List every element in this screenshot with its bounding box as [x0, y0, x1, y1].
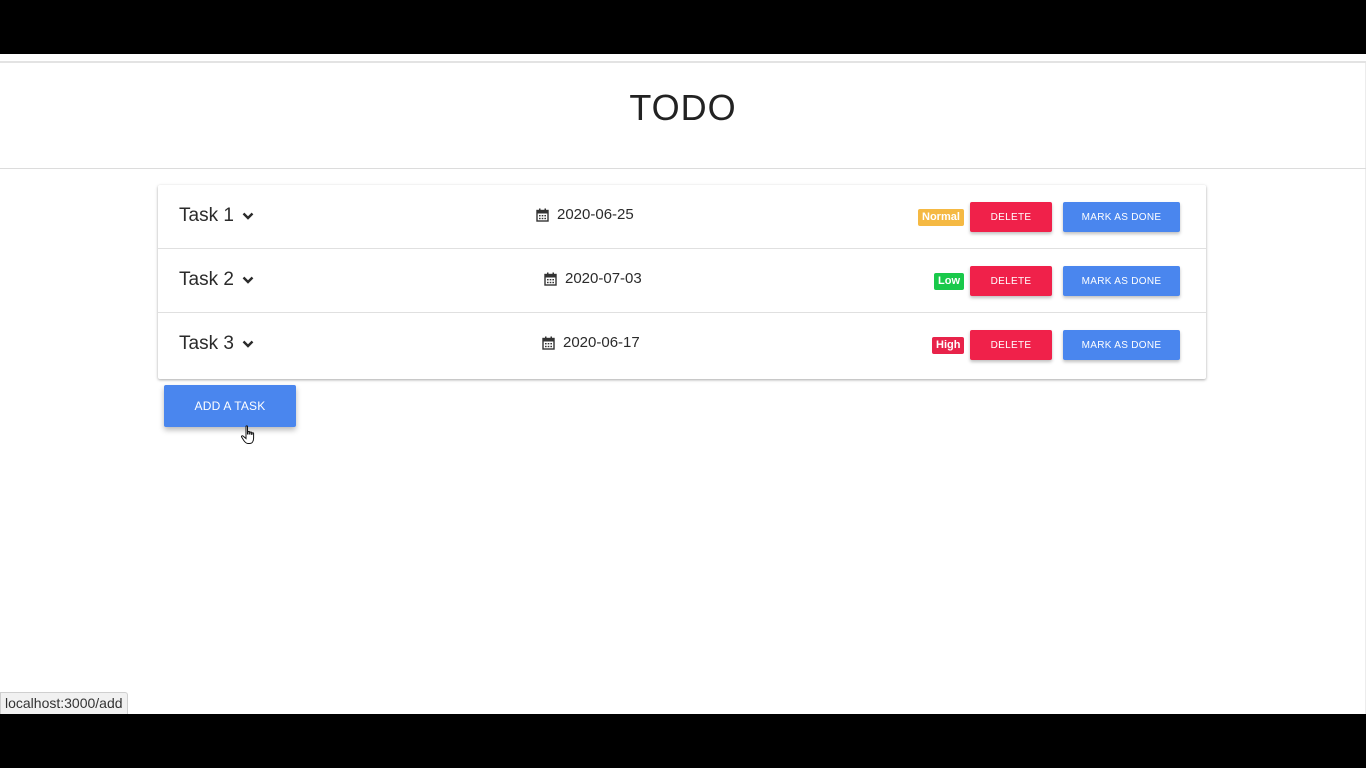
status-bar-url: localhost:3000/add	[0, 692, 128, 714]
task-title[interactable]: Task 1	[179, 205, 254, 227]
task-date: 2020-06-25	[536, 206, 634, 223]
priority-badge: Normal	[918, 209, 964, 226]
page-title: TODO	[629, 87, 737, 128]
mark-as-done-button[interactable]: MARK AS DONE	[1063, 266, 1180, 296]
task-name-label: Task 1	[179, 205, 234, 226]
task-row: Task 3 2020-06-17 High DELETE MARK AS DO…	[158, 313, 1206, 379]
priority-badge: High	[932, 337, 965, 354]
mark-as-done-button[interactable]: MARK AS DONE	[1063, 330, 1180, 360]
add-task-button[interactable]: ADD A TASK	[164, 385, 296, 427]
app-header: TODO	[0, 63, 1366, 169]
priority-badge: Low	[934, 273, 964, 290]
calendar-icon	[536, 208, 549, 222]
mark-as-done-button[interactable]: MARK AS DONE	[1063, 202, 1180, 232]
task-name-label: Task 2	[179, 269, 234, 290]
task-date-text: 2020-06-17	[563, 334, 640, 351]
delete-button[interactable]: DELETE	[970, 330, 1052, 360]
task-date-text: 2020-07-03	[565, 270, 642, 287]
task-title[interactable]: Task 3	[179, 333, 254, 355]
task-name-label: Task 3	[179, 333, 234, 354]
calendar-icon	[544, 272, 557, 286]
chevron-down-icon[interactable]	[242, 339, 254, 349]
task-title[interactable]: Task 2	[179, 269, 254, 291]
delete-button[interactable]: DELETE	[970, 266, 1052, 296]
task-date: 2020-06-17	[542, 334, 640, 351]
task-date-text: 2020-06-25	[557, 206, 634, 223]
browser-viewport: TODO Task 1 2020-06-25 Normal DELETE MAR…	[0, 54, 1366, 714]
bottom-black-bar	[0, 714, 1366, 768]
task-list: Task 1 2020-06-25 Normal DELETE MARK AS …	[158, 185, 1206, 379]
chevron-down-icon[interactable]	[242, 211, 254, 221]
top-black-bar	[0, 0, 1366, 54]
delete-button[interactable]: DELETE	[970, 202, 1052, 232]
calendar-icon	[542, 336, 555, 350]
hand-pointer-cursor-icon	[240, 425, 255, 444]
task-row: Task 2 2020-07-03 Low DELETE MARK AS DON…	[158, 249, 1206, 313]
task-row: Task 1 2020-06-25 Normal DELETE MARK AS …	[158, 185, 1206, 249]
task-date: 2020-07-03	[544, 270, 642, 287]
chevron-down-icon[interactable]	[242, 275, 254, 285]
